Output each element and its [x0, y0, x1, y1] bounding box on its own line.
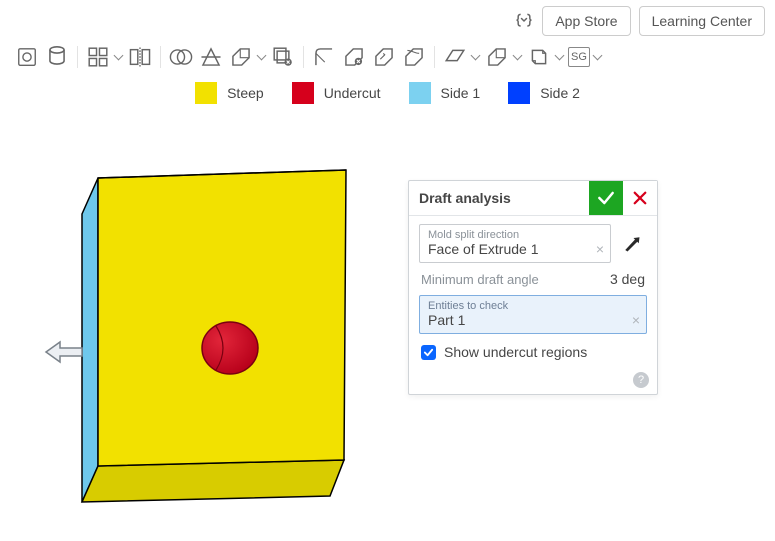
legend-undercut: Undercut	[292, 82, 381, 104]
chevron-down-icon[interactable]	[256, 52, 266, 62]
checkbox-checked-icon[interactable]	[421, 345, 436, 360]
show-undercut-checkbox-row[interactable]: Show undercut regions	[419, 342, 647, 362]
delete-face-icon[interactable]	[341, 44, 367, 70]
chevron-down-icon[interactable]	[512, 52, 522, 62]
draft-legend: Steep Undercut Side 1 Side 2	[0, 74, 775, 110]
field-label: Mold split direction	[428, 229, 604, 241]
chevron-down-icon[interactable]	[470, 52, 480, 62]
move-face-icon[interactable]	[371, 44, 397, 70]
split-icon[interactable]	[198, 44, 224, 70]
customize-icon[interactable]	[514, 11, 534, 31]
hole-icon[interactable]	[14, 44, 40, 70]
delete-part-icon[interactable]	[270, 44, 296, 70]
plane-icon[interactable]	[442, 44, 468, 70]
shell-icon[interactable]	[44, 44, 70, 70]
mold-split-direction-field[interactable]: Mold split direction Face of Extrude 1 ×	[419, 224, 611, 263]
feature-toolbar: SG	[0, 38, 775, 74]
clear-icon[interactable]: ×	[632, 313, 640, 327]
field-label: Minimum draft angle	[421, 272, 539, 287]
cancel-button[interactable]	[623, 181, 657, 215]
legend-label: Side 1	[441, 85, 481, 101]
confirm-button[interactable]	[589, 181, 623, 215]
help-icon[interactable]: ?	[633, 372, 649, 388]
field-value: Part 1	[428, 312, 640, 328]
graphics-area[interactable]	[0, 130, 775, 530]
draft-analysis-panel: Draft analysis Mold split direction Face…	[408, 180, 658, 395]
panel-title: Draft analysis	[409, 182, 589, 214]
field-value: Face of Extrude 1	[428, 241, 604, 257]
swatch-steep	[195, 82, 217, 104]
chevron-down-icon[interactable]	[554, 52, 564, 62]
field-label: Entities to check	[428, 300, 640, 312]
legend-steep: Steep	[195, 82, 264, 104]
sheet-metal-icon[interactable]	[526, 44, 552, 70]
legend-side1: Side 1	[409, 82, 481, 104]
checkbox-label: Show undercut regions	[444, 344, 587, 360]
swatch-side2	[508, 82, 530, 104]
chevron-down-icon[interactable]	[113, 52, 123, 62]
transform-icon[interactable]	[228, 44, 254, 70]
app-store-button[interactable]: App Store	[542, 6, 630, 36]
legend-label: Undercut	[324, 85, 381, 101]
boolean-icon[interactable]	[168, 44, 194, 70]
pattern-icon[interactable]	[85, 44, 111, 70]
swatch-undercut	[292, 82, 314, 104]
legend-side2: Side 2	[508, 82, 580, 104]
selection-group-icon[interactable]: SG	[568, 47, 590, 67]
flip-direction-button[interactable]	[617, 224, 647, 263]
learning-center-button[interactable]: Learning Center	[639, 6, 765, 36]
clear-icon[interactable]: ×	[596, 242, 604, 256]
chevron-down-icon[interactable]	[592, 52, 602, 62]
entities-to-check-field[interactable]: Entities to check Part 1 ×	[419, 295, 647, 334]
modify-fillet-icon[interactable]	[311, 44, 337, 70]
field-value: 3 deg	[610, 271, 645, 287]
swatch-side1	[409, 82, 431, 104]
legend-label: Side 2	[540, 85, 580, 101]
min-draft-angle-row[interactable]: Minimum draft angle 3 deg	[419, 271, 647, 287]
mirror-icon[interactable]	[127, 44, 153, 70]
replace-face-icon[interactable]	[401, 44, 427, 70]
legend-label: Steep	[227, 85, 264, 101]
curve-tools-icon[interactable]	[484, 44, 510, 70]
